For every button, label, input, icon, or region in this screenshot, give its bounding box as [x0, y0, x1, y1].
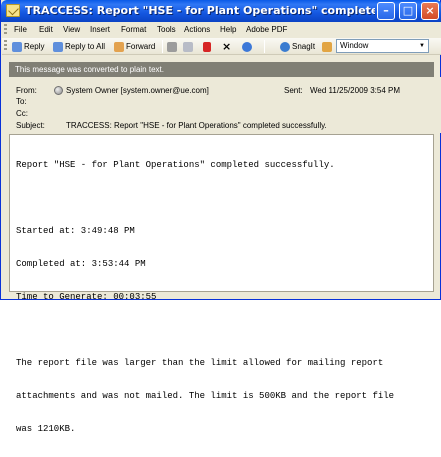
delete-x-icon: × [222, 39, 232, 53]
message-window: TRACCESS: Report "HSE - for Plant Operat… [0, 0, 441, 434]
chevron-down-icon[interactable]: ▼ [417, 41, 427, 51]
from-label: From: [16, 86, 37, 95]
menu-adobe-pdf[interactable]: Adobe PDF [246, 25, 287, 34]
info-bar: This message was converted to plain text… [9, 62, 434, 77]
menu-grip [4, 24, 7, 36]
snagit-button[interactable]: SnagIt [280, 40, 315, 53]
window-select-value: Window [340, 41, 369, 50]
snagit-window-button[interactable] [322, 40, 334, 53]
help-icon [242, 41, 252, 52]
toolbar-separator [162, 40, 163, 53]
print-button[interactable] [167, 40, 179, 53]
minimize-button[interactable]: – [377, 2, 395, 20]
body-line [16, 325, 427, 336]
menu-edit[interactable]: Edit [39, 25, 53, 34]
body-line: was 1210KB. [16, 424, 76, 434]
reply-icon [12, 41, 22, 52]
capture-window-icon [322, 41, 332, 52]
printer-icon [167, 41, 177, 52]
to-label: To: [16, 97, 27, 106]
reply-all-button[interactable]: Reply to All [53, 40, 105, 53]
delete-button[interactable]: × [222, 40, 234, 53]
help-button[interactable] [242, 40, 254, 53]
close-button[interactable]: × [421, 2, 439, 20]
forward-icon [114, 41, 124, 52]
body-line: The report file was larger than the limi… [16, 358, 384, 368]
body-line: attachments and was not mailed. The limi… [16, 391, 395, 401]
forward-label: Forward [126, 42, 156, 51]
message-envelope-icon [6, 4, 20, 17]
menu-insert[interactable]: Insert [90, 25, 110, 34]
body-line [16, 193, 427, 204]
from-value[interactable]: System Owner [system.owner@ue.com] [66, 86, 209, 95]
subject-label: Subject: [16, 121, 45, 130]
title-bar[interactable]: TRACCESS: Report "HSE - for Plant Operat… [1, 0, 441, 22]
maximize-button[interactable]: □ [399, 2, 417, 20]
move-to-folder-button[interactable] [183, 40, 195, 53]
toolbar-grip [4, 40, 7, 52]
red-flag-icon [203, 41, 211, 52]
message-body[interactable]: Report "HSE - for Plant Operations" comp… [9, 134, 434, 434]
snagit-label: SnagIt [292, 42, 316, 51]
reply-button[interactable]: Reply [12, 40, 44, 53]
presence-status-icon [54, 86, 63, 95]
sent-label: Sent: [284, 86, 303, 95]
follow-up-flag-button[interactable] [203, 40, 213, 53]
snagit-icon [280, 41, 290, 52]
forward-button[interactable]: Forward [114, 40, 155, 53]
body-line: Completed at: 3:53:44 PM [16, 259, 146, 269]
menu-bar: File Edit View Insert Format Tools Actio… [2, 22, 441, 38]
reply-all-icon [53, 41, 63, 52]
menu-actions[interactable]: Actions [184, 25, 210, 34]
window-select[interactable]: Window ▼ [336, 39, 429, 53]
cc-label: Cc: [16, 109, 28, 118]
toolbar-separator [264, 40, 265, 53]
reply-all-label: Reply to All [65, 42, 106, 51]
body-line: Time to Generate: 00:03:55 [16, 292, 157, 302]
menu-tools[interactable]: Tools [157, 25, 176, 34]
menu-help[interactable]: Help [220, 25, 236, 34]
folder-move-icon [183, 41, 193, 52]
menu-view[interactable]: View [63, 25, 80, 34]
sent-value: Wed 11/25/2009 3:54 PM [310, 86, 400, 95]
message-header: From: System Owner [system.owner@ue.com]… [2, 77, 441, 133]
body-line: Started at: 3:49:48 PM [16, 226, 135, 236]
menu-file[interactable]: File [14, 25, 27, 34]
menu-format[interactable]: Format [121, 25, 146, 34]
body-line: Report "HSE - for Plant Operations" comp… [16, 160, 335, 170]
window-title: TRACCESS: Report "HSE - for Plant Operat… [25, 4, 375, 17]
reply-label: Reply [24, 42, 45, 51]
subject-value: TRACCESS: Report "HSE - for Plant Operat… [66, 121, 327, 130]
